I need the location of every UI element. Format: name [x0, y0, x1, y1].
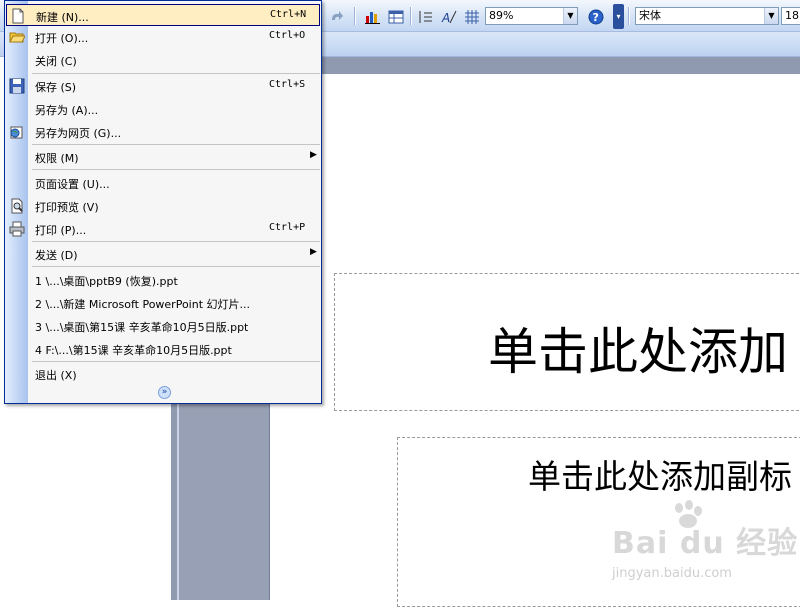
font-size-combo[interactable]: 18 — [781, 7, 800, 25]
watermark-logo: Bai du 经验 — [612, 500, 799, 562]
menu-separator — [32, 169, 320, 170]
menu-item-print[interactable]: 打印 (P)... Ctrl+P — [6, 218, 320, 240]
menu-item-label: 关闭 (C) — [35, 55, 77, 68]
file-menu: 新建 (N)... Ctrl+N 打开 (O)... Ctrl+O 关闭 (C)… — [4, 0, 322, 404]
toolbar-separator — [410, 7, 412, 25]
grid-icon — [465, 10, 479, 24]
menu-item-label: 页面设置 (U)... — [35, 178, 110, 191]
expand-menu-icon[interactable]: » — [158, 386, 171, 399]
menu-separator — [32, 241, 320, 242]
menu-item-page-setup[interactable]: 页面设置 (U)... — [6, 172, 320, 194]
menu-item-new[interactable]: 新建 (N)... Ctrl+N — [6, 4, 320, 26]
insert-table-button[interactable] — [386, 8, 406, 26]
toolbar-separator — [628, 7, 630, 25]
expand-all-button[interactable] — [415, 8, 435, 26]
redo-button[interactable] — [326, 8, 348, 26]
web-page-icon — [9, 124, 25, 140]
menu-separator — [32, 144, 320, 145]
recent-file-label: 2 \...\新建 Microsoft PowerPoint 幻灯片... — [35, 298, 251, 311]
menu-separator — [32, 361, 320, 362]
menu-separator — [32, 266, 320, 267]
menu-item-label: 另存为网页 (G)... — [35, 127, 122, 140]
table-icon — [388, 10, 404, 24]
recent-file-label: 4 F:\...\第15课 辛亥革命10月5日版.ppt — [35, 344, 232, 357]
paw-icon — [675, 500, 702, 528]
save-disk-icon — [9, 78, 25, 94]
submenu-arrow-icon: ▶ — [310, 247, 317, 257]
menu-item-permission[interactable]: 权限 (M) ▶ — [6, 146, 320, 168]
menu-item-label: 保存 (S) — [35, 81, 77, 94]
help-button[interactable]: ? — [586, 8, 606, 26]
menu-item-label: 权限 (M) — [35, 152, 79, 165]
font-size-value: 18 — [785, 9, 799, 22]
help-icon: ? — [588, 9, 604, 25]
menu-item-close[interactable]: 关闭 (C) — [6, 49, 320, 71]
menu-item-shortcut: Ctrl+N — [270, 9, 307, 20]
watermark-url: jingyan.baidu.com — [612, 566, 732, 581]
menu-item-exit[interactable]: 退出 (X) — [6, 363, 320, 385]
menu-item-label: 发送 (D) — [35, 249, 78, 262]
font-name-combo[interactable]: 宋体 ▼ — [635, 7, 779, 25]
toolbar-options-button[interactable]: ▾ — [613, 4, 624, 29]
menu-separator — [32, 73, 320, 74]
print-preview-icon — [9, 198, 25, 214]
menu-item-shortcut: Ctrl+P — [269, 222, 306, 233]
font-name-value: 宋体 — [639, 9, 661, 22]
show-formatting-button[interactable]: A — [439, 8, 459, 26]
submenu-arrow-icon: ▶ — [310, 150, 317, 160]
recent-file-item[interactable]: 2 \...\新建 Microsoft PowerPoint 幻灯片... — [6, 292, 320, 314]
svg-text:A: A — [441, 11, 450, 24]
menu-item-print-preview[interactable]: 打印预览 (V) — [6, 195, 320, 217]
chart-icon — [365, 12, 380, 24]
recent-file-item[interactable]: 1 \...\桌面\pptB9 (恢复).ppt — [6, 269, 320, 291]
menu-item-label: 新建 (N)... — [36, 11, 89, 24]
menu-item-label: 打印预览 (V) — [35, 201, 99, 214]
show-grid-button[interactable] — [462, 8, 482, 26]
recent-file-label: 3 \...\桌面\第15课 辛亥革命10月5日版.ppt — [35, 321, 249, 334]
menu-item-label: 打开 (O)... — [35, 32, 89, 45]
show-formatting-icon: A — [441, 10, 457, 24]
subtitle-placeholder-text: 单击此处添加副标 — [528, 457, 792, 496]
menu-item-save-as-web[interactable]: 另存为网页 (G)... — [6, 121, 320, 143]
svg-text:?: ? — [593, 11, 599, 24]
watermark-text: Bai du 经验 — [612, 526, 799, 561]
recent-file-label: 1 \...\桌面\pptB9 (恢复).ppt — [35, 275, 178, 288]
expand-all-icon — [419, 11, 432, 23]
redo-icon — [332, 11, 343, 20]
insert-chart-button[interactable] — [363, 8, 383, 26]
recent-file-item[interactable]: 3 \...\桌面\第15课 辛亥革命10月5日版.ppt — [6, 315, 320, 337]
new-document-icon — [10, 8, 26, 24]
title-placeholder[interactable]: 单击此处添加 — [334, 273, 800, 411]
zoom-value: 89% — [489, 9, 514, 22]
title-placeholder-text: 单击此处添加 — [488, 323, 788, 381]
menu-item-shortcut: Ctrl+S — [269, 79, 306, 90]
zoom-combo[interactable]: 89% ▼ — [485, 7, 578, 25]
menu-item-shortcut: Ctrl+O — [269, 30, 306, 41]
menu-item-label: 打印 (P)... — [35, 224, 87, 237]
printer-icon — [9, 221, 25, 237]
menu-item-send[interactable]: 发送 (D) ▶ — [6, 243, 320, 265]
menu-item-open[interactable]: 打开 (O)... Ctrl+O — [6, 26, 320, 48]
menu-item-save[interactable]: 保存 (S) Ctrl+S — [6, 75, 320, 97]
menu-item-save-as[interactable]: 另存为 (A)... — [6, 98, 320, 120]
recent-file-item[interactable]: 4 F:\...\第15课 辛亥革命10月5日版.ppt — [6, 338, 320, 360]
menu-item-label: 退出 (X) — [35, 369, 77, 382]
menu-item-label: 另存为 (A)... — [35, 104, 99, 117]
toolbar-separator — [354, 7, 356, 25]
workspace-band — [269, 57, 800, 74]
chevron-down-icon[interactable]: ▼ — [764, 8, 778, 24]
chevron-down-icon[interactable]: ▼ — [563, 8, 577, 24]
open-folder-icon — [9, 29, 26, 45]
